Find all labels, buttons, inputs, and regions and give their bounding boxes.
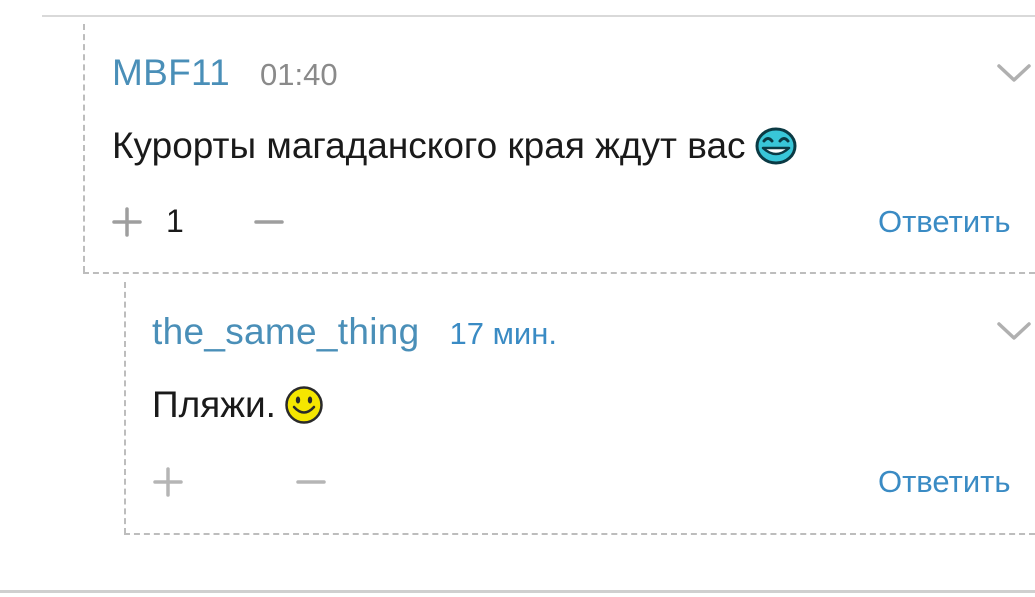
comment-body: Курорты магаданского края ждут вас [112,125,798,167]
top-divider [42,15,1035,17]
reply-button[interactable]: Ответить [878,204,1011,240]
comment-time[interactable]: 17 мин. [450,316,557,352]
thread-divider [124,533,1035,535]
comment-time[interactable]: 01:40 [260,57,338,93]
thread-line [124,282,126,534]
vote-count: 1 [166,203,184,239]
chevron-down-icon[interactable] [996,62,1032,84]
thread-divider [83,272,1035,274]
comment-header: MBF11 01:40 [112,52,338,94]
comment-header: the_same_thing 17 мин. [152,311,557,353]
reply-button[interactable]: Ответить [878,464,1011,500]
downvote-minus-icon[interactable] [252,205,286,239]
comment-author[interactable]: MBF11 [112,52,230,94]
smiley-face-icon [285,386,323,424]
comment-author[interactable]: the_same_thing [152,311,420,353]
grinning-face-icon [755,127,797,165]
chevron-down-icon[interactable] [996,320,1032,342]
comment-text: Курорты магаданского края ждут вас [112,125,746,166]
downvote-minus-icon[interactable] [294,465,328,499]
comment-text: Пляжи. [152,384,276,425]
upvote-plus-icon[interactable] [110,205,144,239]
thread-line [83,24,85,272]
upvote-plus-icon[interactable] [151,465,185,499]
bottom-divider [0,590,1035,593]
comment-body: Пляжи. [152,384,324,426]
